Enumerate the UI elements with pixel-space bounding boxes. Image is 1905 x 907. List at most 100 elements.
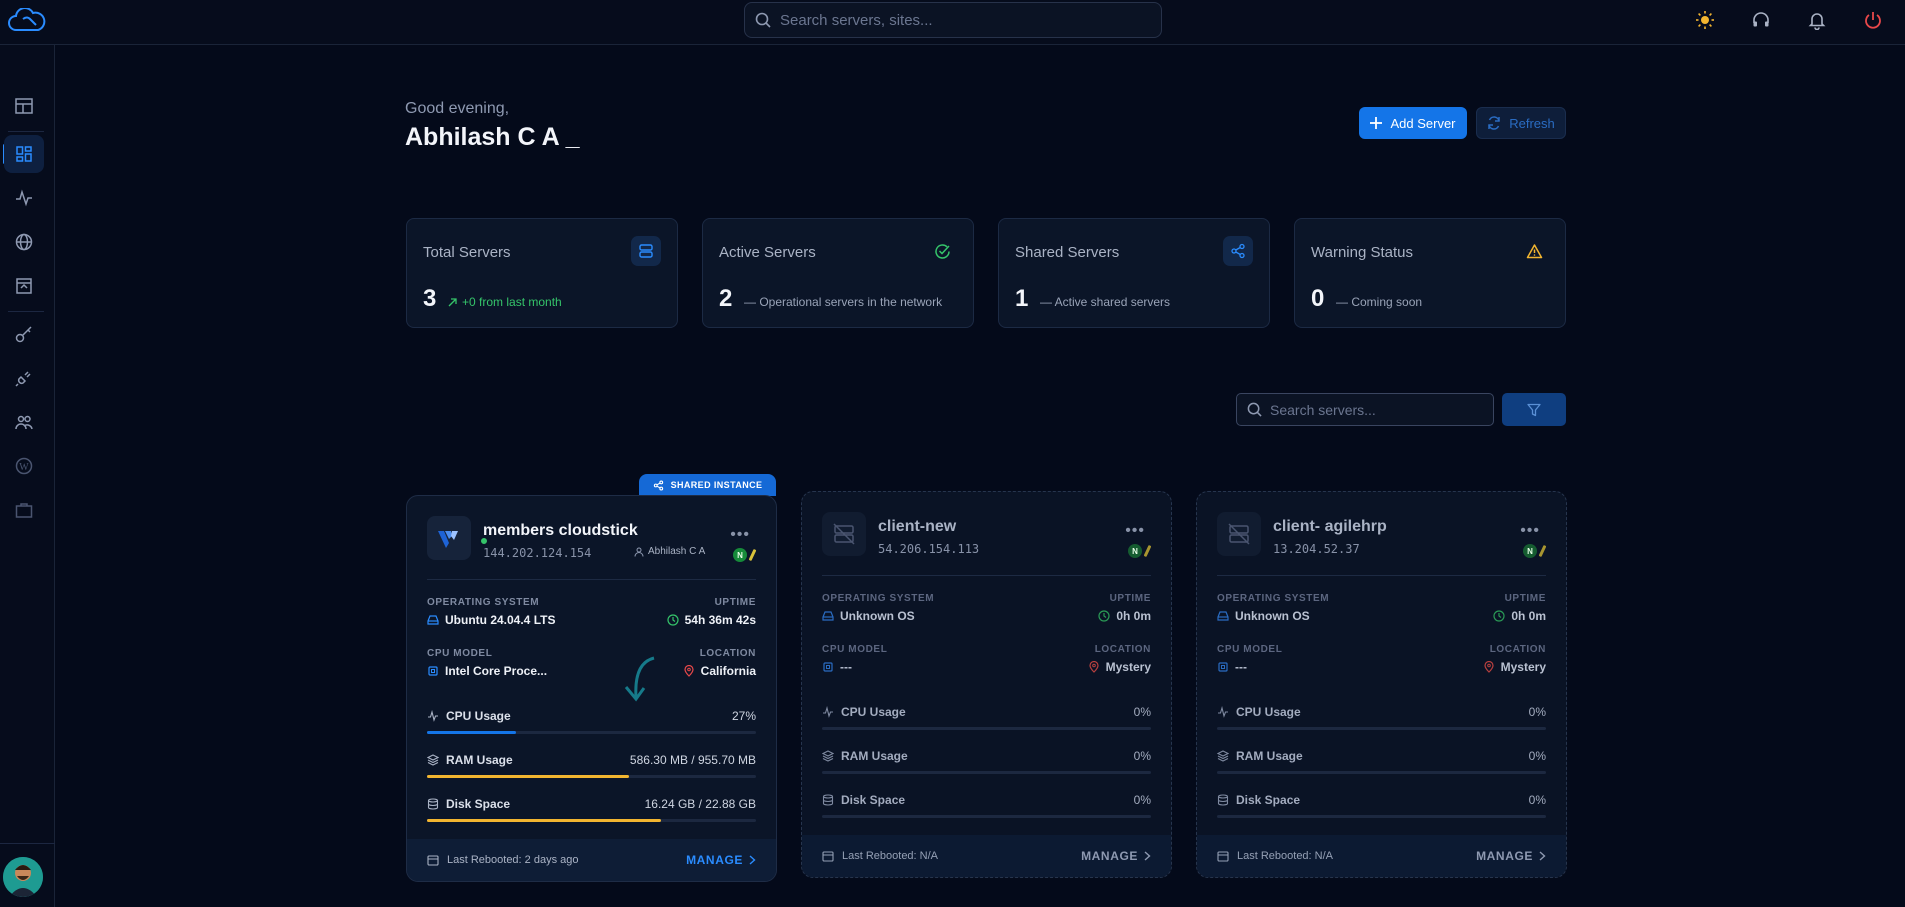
sidebar-item-wordpress[interactable]: W: [4, 447, 44, 485]
store-icon: [16, 278, 32, 294]
cpu-model-label: CPU MODEL: [822, 644, 888, 655]
trend-up-icon: [448, 297, 457, 306]
chevron-right-icon: [1539, 851, 1546, 861]
cpu-usage-metric: CPU Usage 27%: [427, 709, 756, 741]
sidebar-divider: [8, 311, 44, 312]
layout-icon: [15, 98, 33, 114]
location-label: LOCATION: [1094, 644, 1151, 655]
server-name: client-new: [878, 518, 957, 535]
edit-pencil-icon[interactable]: [1538, 544, 1547, 558]
sidebar-item-team[interactable]: [4, 403, 44, 441]
clock-icon: [1493, 610, 1505, 622]
clock-icon: [1098, 610, 1110, 622]
power-logout-icon[interactable]: [1863, 10, 1883, 30]
calendar-reboot-icon: [427, 855, 439, 866]
chevron-right-icon: [1144, 851, 1151, 861]
sidebar-item-keys[interactable]: [4, 315, 44, 353]
os-value: Unknown OS: [1235, 609, 1310, 623]
disk-space-value: 0%: [1133, 793, 1151, 807]
filter-button[interactable]: [1502, 393, 1566, 426]
shared-instance-tag: SHARED INSTANCE: [639, 474, 776, 496]
vultr-logo-icon: [427, 516, 489, 560]
activity-icon: [428, 710, 438, 722]
app-logo[interactable]: [6, 7, 48, 34]
more-options-icon[interactable]: •••: [1125, 522, 1145, 540]
ram-usage-value: 0%: [1133, 749, 1151, 763]
os-label: OPERATING SYSTEM: [822, 593, 935, 604]
database-icon: [822, 794, 834, 806]
shared-instance-label: SHARED INSTANCE: [670, 480, 763, 490]
support-headphones-icon[interactable]: [1751, 10, 1771, 30]
map-pin-icon: [1484, 661, 1494, 673]
stat-value: 0: [1311, 285, 1325, 312]
server-owner: Abhilash C A: [648, 546, 706, 557]
sidebar-divider: [0, 843, 55, 844]
cpu-model-value: ---: [1235, 660, 1247, 674]
disk-space-metric: Disk Space 0%: [822, 793, 1151, 825]
grid-icon: [16, 146, 32, 162]
clock-icon: [667, 614, 679, 626]
disk-space-track: [427, 819, 756, 822]
server-search-input[interactable]: Search servers...: [1236, 393, 1494, 426]
refresh-icon: [1488, 116, 1500, 130]
share-icon: [1223, 236, 1253, 266]
activity-icon: [1218, 706, 1228, 718]
svg-text:W: W: [19, 462, 29, 473]
add-server-button[interactable]: Add Server: [1359, 107, 1467, 139]
os-value: Unknown OS: [840, 609, 915, 623]
cpu-usage-label: CPU Usage: [446, 709, 511, 723]
manage-button[interactable]: MANAGE: [686, 853, 756, 867]
sidebar-item-monitoring[interactable]: [4, 179, 44, 217]
sidebar-item-sites[interactable]: [4, 223, 44, 261]
more-options-icon[interactable]: •••: [730, 526, 750, 544]
check-circle-icon: [927, 236, 957, 266]
cpu-chip-icon: [428, 666, 438, 676]
server-card-client-agilehrp[interactable]: client- agilehrp 13.204.52.37 ••• N OPER…: [1196, 491, 1567, 878]
sidebar-item-servers[interactable]: [4, 135, 44, 173]
card-footer: Last Rebooted: N/A MANAGE: [802, 835, 1171, 877]
activity-icon: [823, 706, 833, 718]
location-value: Mystery: [1500, 660, 1546, 674]
servers-icon: [631, 236, 661, 266]
stat-title: Warning Status: [1311, 244, 1413, 261]
edit-pencil-icon[interactable]: [748, 548, 757, 562]
sidebar-item-dashboard-layout[interactable]: [4, 87, 44, 125]
ram-usage-metric: RAM Usage 586.30 MB / 955.70 MB: [427, 753, 756, 785]
server-ip: 144.202.124.154: [483, 546, 592, 560]
disk-space-track: [822, 815, 1151, 818]
sidebar-item-store[interactable]: [4, 267, 44, 305]
disk-drive-icon: [427, 615, 439, 625]
notification-bell-icon[interactable]: [1807, 10, 1827, 30]
location-label: LOCATION: [1489, 644, 1546, 655]
user-avatar[interactable]: [3, 857, 43, 897]
server-card-members-cloudstick[interactable]: members cloudstick 144.202.124.154 Abhil…: [406, 495, 777, 882]
filter-icon: [1527, 403, 1541, 416]
warning-icon: [1519, 236, 1549, 266]
manage-button[interactable]: MANAGE: [1081, 849, 1151, 863]
sidebar-divider: [8, 131, 44, 132]
server-search-placeholder: Search servers...: [1270, 401, 1376, 418]
refresh-button[interactable]: Refresh: [1476, 107, 1566, 139]
more-options-icon[interactable]: •••: [1520, 522, 1540, 540]
global-search-input[interactable]: Search servers, sites...: [744, 2, 1162, 38]
sidebar-item-integrations[interactable]: [4, 359, 44, 397]
card-footer: Last Rebooted: N/A MANAGE: [1197, 835, 1566, 877]
stat-title: Total Servers: [423, 244, 511, 261]
manage-button[interactable]: MANAGE: [1476, 849, 1546, 863]
disk-space-value: 16.24 GB / 22.88 GB: [644, 797, 756, 811]
nginx-badge-icon: N: [1128, 544, 1142, 558]
cpu-usage-label: CPU Usage: [1236, 705, 1301, 719]
ram-usage-fill: [427, 775, 629, 778]
chevron-right-icon: [749, 855, 756, 865]
location-label: LOCATION: [699, 648, 756, 659]
sidebar-item-briefcase[interactable]: [4, 491, 44, 529]
os-label: OPERATING SYSTEM: [1217, 593, 1330, 604]
user-icon: [634, 547, 644, 557]
uptime-value: 0h 0m: [1116, 609, 1151, 623]
edit-pencil-icon[interactable]: [1143, 544, 1152, 558]
disk-space-value: 0%: [1528, 793, 1546, 807]
uptime-label: UPTIME: [714, 597, 756, 608]
page-title-username: Abhilash C A _: [405, 123, 580, 151]
theme-sun-icon[interactable]: [1695, 10, 1715, 30]
server-card-client-new[interactable]: client-new 54.206.154.113 ••• N OPERATIN…: [801, 491, 1172, 878]
